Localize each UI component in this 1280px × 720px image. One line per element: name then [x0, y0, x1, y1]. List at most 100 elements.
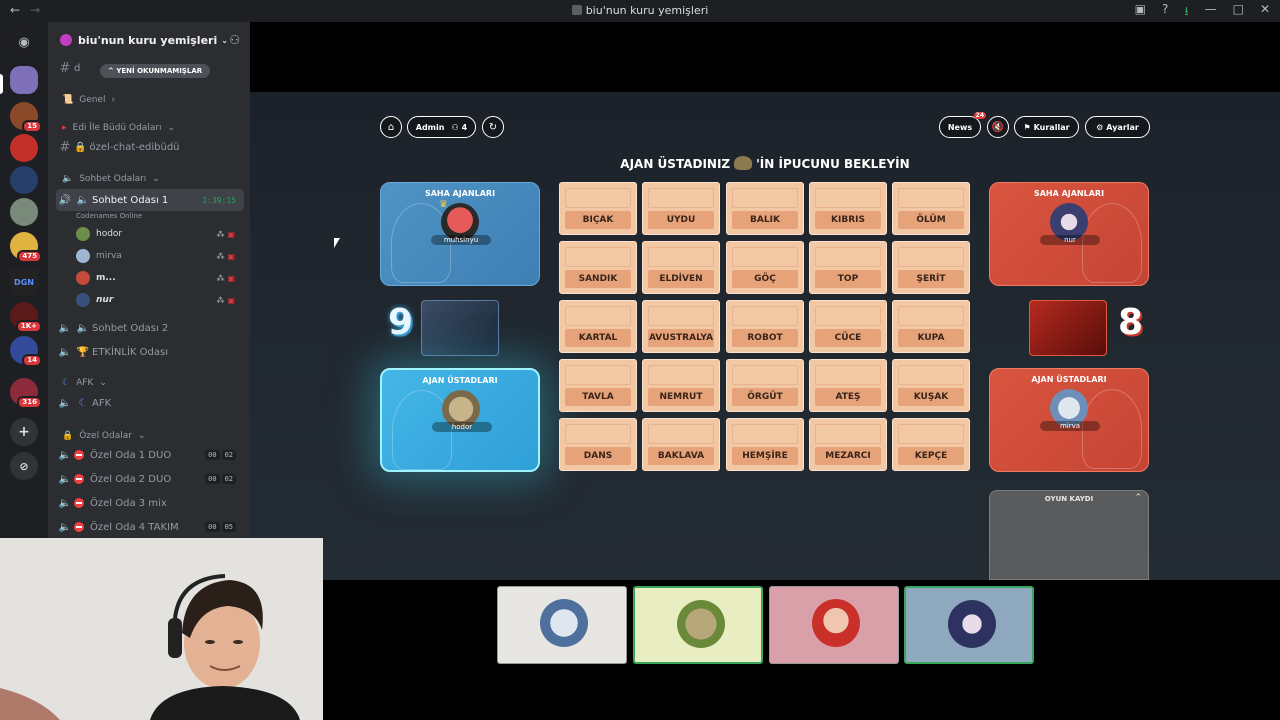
- server-2[interactable]: 15: [10, 102, 42, 133]
- streamer-figure: [0, 538, 323, 720]
- add-server-icon[interactable]: +: [10, 418, 38, 446]
- word-card[interactable]: ÖLÜM: [892, 182, 970, 235]
- word-card[interactable]: BALIK: [726, 182, 804, 235]
- word-card[interactable]: CÜCE: [809, 300, 887, 353]
- voice-user[interactable]: m... ⁂▣: [76, 268, 242, 288]
- help-icon[interactable]: ?: [1162, 2, 1168, 23]
- word-card[interactable]: AVUSTRALYA: [642, 300, 720, 353]
- word-card[interactable]: ELDİVEN: [642, 241, 720, 294]
- video-tile[interactable]: [633, 586, 763, 664]
- server-10[interactable]: 316: [10, 378, 42, 409]
- server-dgn[interactable]: DGN: [10, 268, 38, 296]
- voice-channel-etkinlik[interactable]: 🔈 🏆 ETKİNLİK Odası: [56, 342, 244, 362]
- word-card[interactable]: KEPÇE: [892, 418, 970, 471]
- new-unreads-pill[interactable]: ^ YENİ OKUNMAMIŞLAR: [100, 64, 211, 78]
- word-card[interactable]: TAVLA: [559, 359, 637, 412]
- voice-user[interactable]: nur ⁂▣: [76, 290, 242, 310]
- voice-channel-sohbet-2[interactable]: 🔈 🔈 Sohbet Odası 2: [56, 318, 244, 338]
- voice-user[interactable]: mirva ⁂▣: [76, 246, 242, 266]
- word-card[interactable]: TOP: [809, 241, 887, 294]
- server-header[interactable]: biu'nun kuru yemişleri ⌄ ⚇: [48, 22, 250, 58]
- rules-label: Kurallar: [1033, 122, 1070, 132]
- category-afk[interactable]: ☾ AFK ⌄: [56, 373, 244, 393]
- discord-home-icon[interactable]: ◉: [10, 28, 38, 56]
- category-ozel[interactable]: 🔒 Özel Odalar ⌄: [56, 426, 244, 446]
- rules-button[interactable]: ⚑ Kurallar: [1014, 116, 1079, 138]
- voice-channel-afk[interactable]: 🔈 ☾ AFK: [56, 393, 244, 413]
- server-6[interactable]: 475: [10, 232, 42, 263]
- voice-channel-ozel-2[interactable]: 🔈 Özel Oda 2 DUO 00 02: [56, 469, 244, 489]
- server-3[interactable]: [10, 134, 38, 162]
- discover-icon[interactable]: ⊘: [10, 452, 38, 480]
- voice-user[interactable]: hodor ⁂▣: [76, 224, 242, 244]
- channel-partial-label: d: [74, 62, 81, 74]
- word-card[interactable]: ATEŞ: [809, 359, 887, 412]
- word-card[interactable]: HEMŞİRE: [726, 418, 804, 471]
- word-card[interactable]: KUŞAK: [892, 359, 970, 412]
- word-card[interactable]: ROBOT: [726, 300, 804, 353]
- blue-spymasters-panel[interactable]: AJAN ÜSTADLARI hodor: [380, 368, 540, 472]
- word-card[interactable]: GÖÇ: [726, 241, 804, 294]
- server-4[interactable]: [10, 166, 38, 194]
- back-arrow-icon[interactable]: ←: [10, 3, 20, 17]
- category-edi[interactable]: ▸ Edi İle Büdü Odaları ⌄: [56, 118, 244, 138]
- word-card[interactable]: UYDU: [642, 182, 720, 235]
- inbox-icon[interactable]: ▣: [1135, 2, 1146, 23]
- category-genel-label: Genel: [79, 95, 106, 105]
- news-button[interactable]: News 24: [939, 112, 986, 138]
- download-icon[interactable]: ⭳: [1184, 2, 1188, 23]
- voice-channel-ozel-3[interactable]: 🔈 Özel Oda 3 mix: [56, 493, 244, 513]
- red-field-title: SAHA AJANLARI: [1033, 189, 1105, 198]
- voice-channel-ozel-4[interactable]: 🔈 Özel Oda 4 TAKIM 00 05: [56, 517, 244, 537]
- unread-badge: 15: [22, 120, 42, 133]
- video-tiles-bar: [250, 580, 1280, 720]
- server-biu[interactable]: [10, 66, 38, 94]
- speaker-icon: 🔈: [58, 397, 72, 409]
- no-entry-icon: [74, 522, 84, 532]
- flag-icon: ▸: [62, 123, 67, 133]
- chevron-down-icon: ⌄: [152, 174, 160, 184]
- video-tile[interactable]: [497, 586, 627, 664]
- voice-channel-name: Özel Oda 3 mix: [90, 497, 167, 509]
- word-card[interactable]: MEZARCI: [809, 418, 887, 471]
- channel-ozel-chat[interactable]: # 🔒 özel-chat-edibüdü: [56, 137, 244, 157]
- word-card[interactable]: BIÇAK: [559, 182, 637, 235]
- word-card[interactable]: KIBRIS: [809, 182, 887, 235]
- word-card[interactable]: SANDIK: [559, 241, 637, 294]
- server-8[interactable]: 1K+: [10, 302, 42, 333]
- word-label: KUPA: [898, 329, 964, 347]
- home-button[interactable]: ⌂: [380, 116, 402, 138]
- video-tile[interactable]: [904, 586, 1034, 664]
- word-card[interactable]: DANS: [559, 418, 637, 471]
- word-label: ŞERİT: [898, 270, 964, 288]
- word-card[interactable]: KARTAL: [559, 300, 637, 353]
- minimize-icon[interactable]: —: [1205, 2, 1217, 23]
- category-genel[interactable]: 📜 Genel ›: [56, 90, 244, 110]
- chevron-up-icon[interactable]: ⌃: [1134, 493, 1142, 503]
- word-card[interactable]: NEMRUT: [642, 359, 720, 412]
- server-5[interactable]: [10, 198, 38, 226]
- category-sohbet[interactable]: 🔈 Sohbet Odaları ⌄: [56, 169, 244, 189]
- word-label: BIÇAK: [565, 211, 631, 229]
- maximize-icon[interactable]: □: [1233, 2, 1244, 23]
- game-log-title: OYUN KAYDI: [1044, 495, 1094, 503]
- voice-channel-sohbet-1[interactable]: 🔊 🔈 Sohbet Odası 1 1:39:15: [56, 189, 244, 211]
- voice-channel-ozel-1[interactable]: 🔈 Özel Oda 1 DUO 00 02: [56, 445, 244, 465]
- restart-button[interactable]: ↻: [482, 116, 504, 138]
- word-card[interactable]: ŞERİT: [892, 241, 970, 294]
- word-card[interactable]: BAKLAVA: [642, 418, 720, 471]
- invite-icon[interactable]: ⚇: [229, 33, 240, 47]
- forward-arrow-icon[interactable]: →: [30, 3, 40, 17]
- red-spymasters-panel[interactable]: AJAN ÜSTADLARI mirva: [989, 368, 1149, 472]
- blue-field-agents-panel[interactable]: SAHA AJANLARI ♛ muhsinyu: [380, 182, 540, 286]
- word-card[interactable]: ÖRGÜT: [726, 359, 804, 412]
- game-log-panel[interactable]: OYUN KAYDI ⌃: [989, 490, 1149, 580]
- mute-button[interactable]: 🔇: [987, 116, 1009, 138]
- server-9[interactable]: 14: [10, 336, 42, 367]
- admin-button[interactable]: Admin ⚇ 4: [407, 116, 476, 138]
- word-card[interactable]: KUPA: [892, 300, 970, 353]
- red-field-agents-panel[interactable]: SAHA AJANLARI nur: [989, 182, 1149, 286]
- settings-button[interactable]: ⚙ Ayarlar: [1085, 116, 1150, 138]
- close-icon[interactable]: ✕: [1260, 2, 1270, 23]
- video-tile[interactable]: [769, 586, 899, 664]
